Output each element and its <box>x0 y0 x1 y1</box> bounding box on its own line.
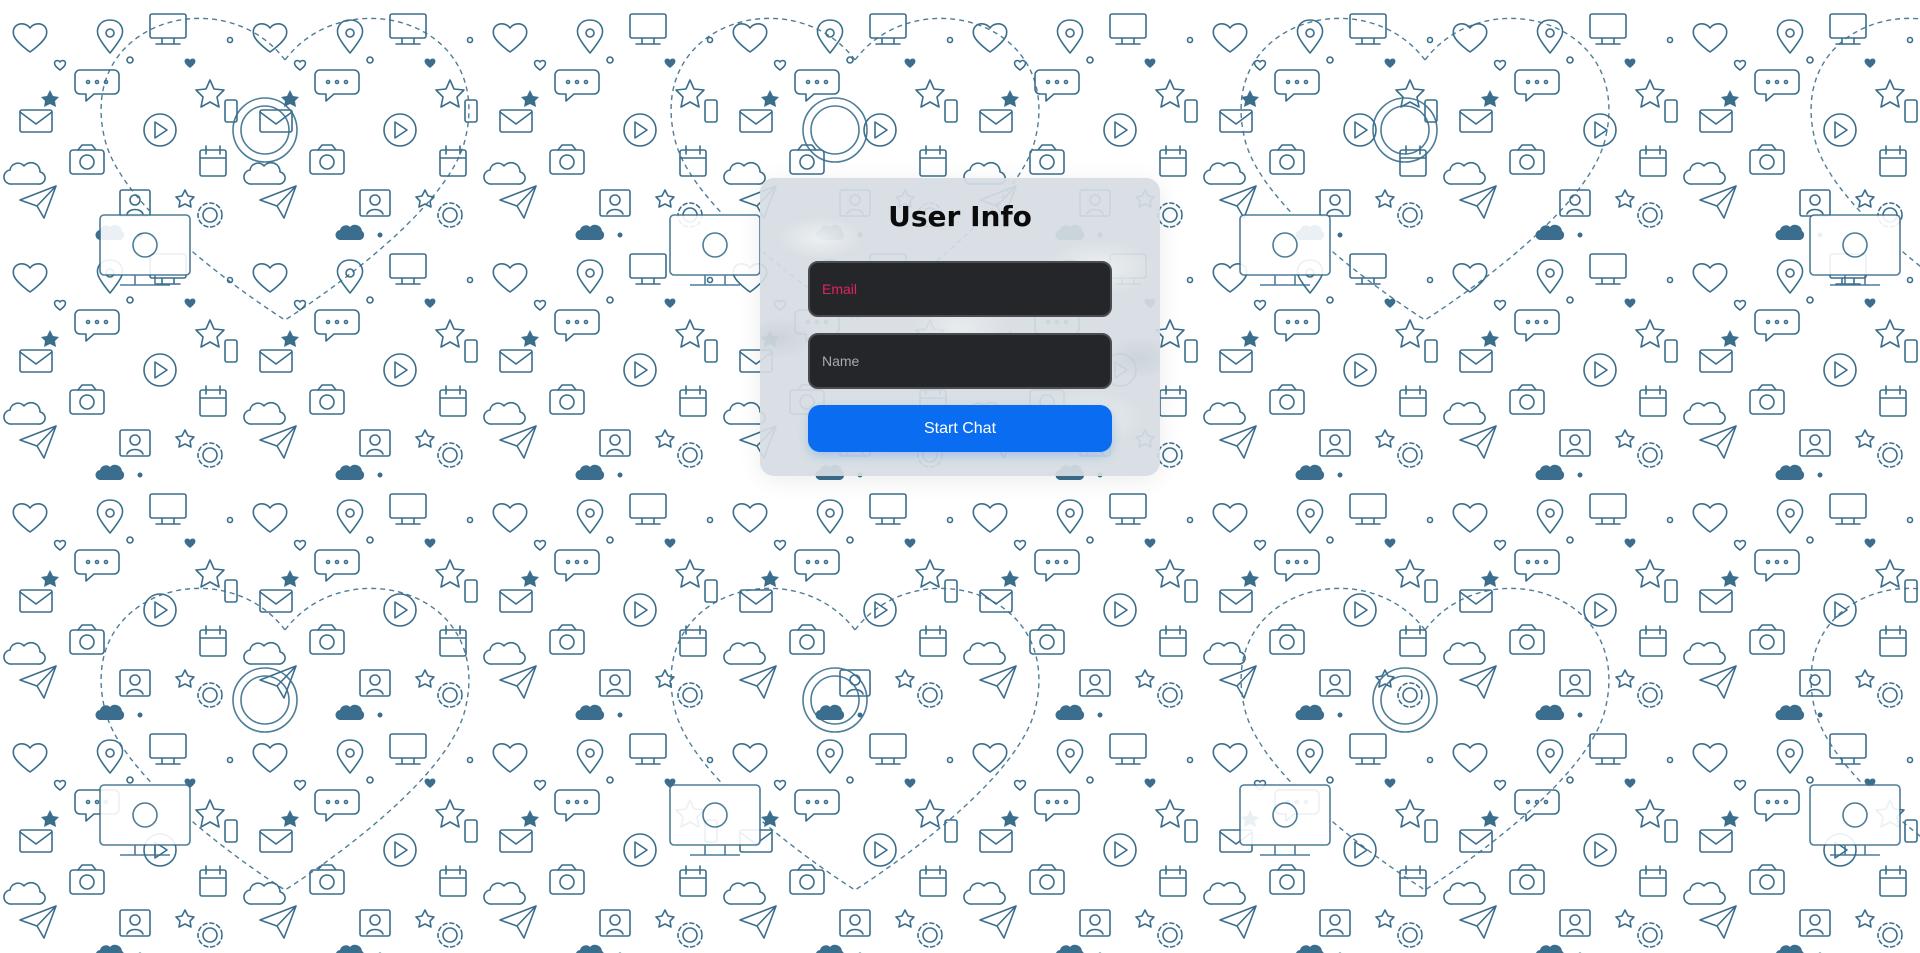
name-input[interactable] <box>808 333 1112 389</box>
user-info-card: User Info Start Chat <box>760 178 1160 476</box>
login-page: User Info Start Chat <box>0 0 1920 953</box>
start-chat-button[interactable]: Start Chat <box>808 405 1112 452</box>
doodle-background <box>0 0 1920 953</box>
form-title: User Info <box>888 200 1032 233</box>
email-input[interactable] <box>808 261 1112 317</box>
